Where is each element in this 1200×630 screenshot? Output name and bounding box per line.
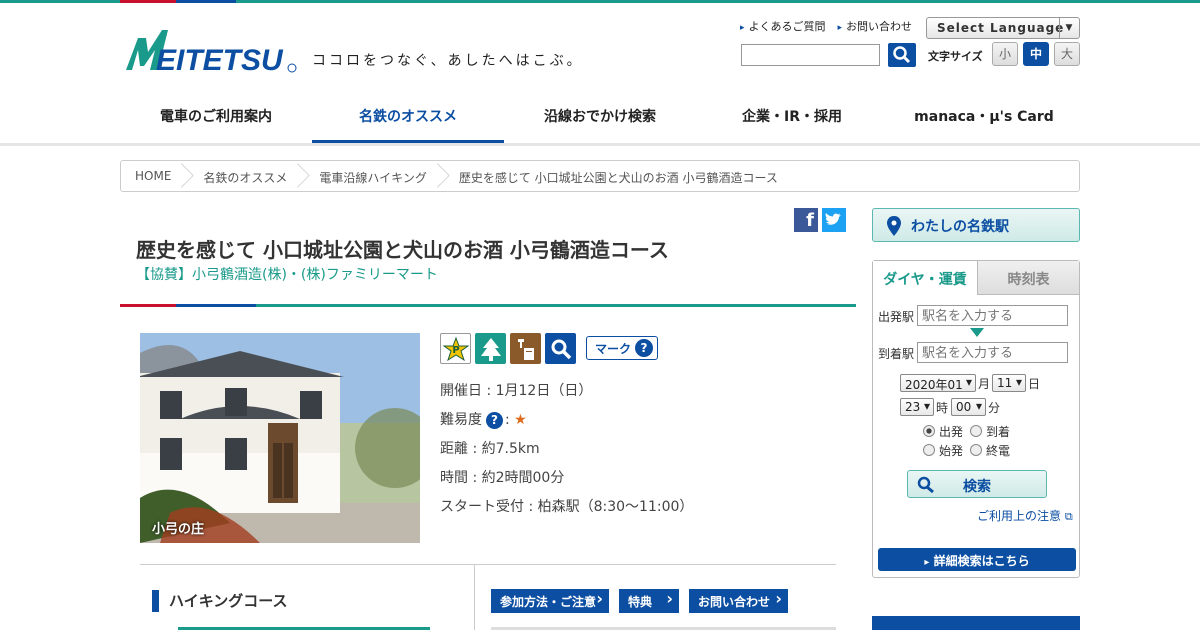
question-icon: ? — [635, 339, 653, 357]
page-title: 歴史を感じて 小口城址公園と犬山のお酒 小弓鶴酒造コース — [136, 238, 669, 262]
tab-timetable[interactable]: 時刻表 — [977, 261, 1079, 295]
search-icon — [917, 476, 934, 494]
top-links: よくあるご質問 お問い合わせ — [740, 18, 913, 34]
hiking-course-heading: ハイキングコース — [152, 590, 288, 612]
breadcrumb-home[interactable]: HOME — [121, 161, 185, 191]
inquiry-button[interactable]: お問い合わせ — [689, 589, 788, 613]
tab-fare[interactable]: ダイヤ・運賃 — [873, 261, 977, 295]
map-pin-icon — [887, 216, 901, 236]
arrow-down-icon — [970, 328, 984, 337]
year-month-select[interactable]: 2020年01 — [900, 374, 976, 392]
nav-train-guide[interactable]: 電車のご利用案内 — [120, 94, 312, 144]
parking-mark-icon: P — [440, 333, 471, 364]
global-nav: 電車のご利用案内 名鉄のオススメ 沿線おでかけ検索 企業・IR・採用 manac… — [120, 94, 1080, 144]
usage-notes-label: ご利用上の注意 — [977, 509, 1062, 523]
radio-departure[interactable]: 出発 — [923, 423, 963, 440]
to-station-label: 到着駅 — [878, 347, 915, 361]
search-icon — [893, 46, 911, 64]
how-to-join-button[interactable]: 参加方法・ご注意 — [491, 589, 609, 613]
detailed-search-button[interactable]: ▸ 詳細検索はこちら — [878, 548, 1076, 571]
nav-corporate[interactable]: 企業・IR・採用 — [696, 94, 888, 144]
course-info: 開催日 : 1月12日（日） 難易度?: ★ 距離 : 約7.5km 時間 : … — [440, 380, 693, 525]
question-icon[interactable]: ? — [486, 412, 503, 429]
my-station-button[interactable]: わたしの名鉄駅 — [872, 208, 1080, 242]
my-station-label: わたしの名鉄駅 — [911, 219, 1009, 235]
contact-link[interactable]: お問い合わせ — [838, 18, 912, 34]
svg-text:EITETSU: EITETSU — [156, 44, 284, 74]
site-search-button[interactable] — [888, 43, 916, 67]
font-size-large-button[interactable]: 大 — [1054, 42, 1080, 66]
column-divider — [474, 564, 475, 630]
difficulty-stars: ★ — [514, 412, 527, 428]
from-station-input[interactable] — [917, 305, 1068, 326]
difficulty: 難易度?: ★ — [440, 412, 527, 429]
radio-last-train[interactable]: 終電 — [970, 442, 1010, 459]
tree-mark-icon — [475, 333, 506, 364]
font-size-medium-button[interactable]: 中 — [1023, 42, 1049, 66]
course-photo: 小弓の庄 — [140, 333, 420, 543]
tagline: ココロをつなぐ、あしたへはこぶ。 — [312, 53, 584, 69]
day-unit: 日 — [1028, 377, 1041, 391]
site-search-input[interactable] — [741, 44, 880, 66]
external-link-icon: ⧉ — [1064, 510, 1073, 523]
day-select[interactable]: 11 — [992, 374, 1026, 392]
search-mark-icon — [545, 333, 576, 364]
chevron-down-icon: ▼ — [1059, 18, 1079, 38]
breadcrumb-current: 歴史を感じて 小口城址公園と犬山のお酒 小弓鶴酒造コース — [458, 171, 778, 185]
nav-outing-search[interactable]: 沿線おでかけ検索 — [504, 94, 696, 144]
nav-recommend[interactable]: 名鉄のオススメ — [312, 94, 504, 144]
difficulty-label: 難易度 — [440, 412, 482, 428]
duration: 時間 : 約2時間00分 — [440, 470, 565, 486]
start-reception: スタート受付 : 柏森駅（8:30～11:00） — [440, 499, 694, 515]
meitetsu-logo[interactable]: EITETSU — [124, 26, 300, 74]
photo-caption: 小弓の庄 — [152, 522, 205, 537]
distance: 距離 : 約7.5km — [440, 441, 540, 457]
twitter-icon[interactable] — [822, 208, 846, 232]
hour-select[interactable]: 23 — [900, 398, 934, 416]
top-color-bar — [0, 0, 1200, 3]
nav-divider — [0, 143, 1200, 146]
radio-first-train[interactable]: 始発 — [923, 442, 963, 459]
breadcrumb-hiking[interactable]: 電車沿線ハイキング — [301, 161, 440, 191]
event-date: 開催日 : 1月12日（日） — [440, 383, 593, 399]
route-search-button[interactable]: 検索 — [907, 470, 1047, 498]
course-marks: P マーク ? — [440, 333, 658, 364]
route-search-label: 検索 — [963, 479, 991, 495]
font-size-label: 文字サイズ — [928, 50, 983, 63]
facebook-icon[interactable]: f — [794, 208, 818, 232]
sponsor-text: 【協賛】小弓鶴酒造(株)・(株)ファミリーマート — [136, 267, 438, 283]
detailed-search-label: 詳細検索はこちら — [933, 554, 1030, 568]
minute-select[interactable]: 00 — [951, 398, 986, 416]
font-size-small-button[interactable]: 小 — [992, 42, 1018, 66]
month-unit: 月 — [978, 377, 991, 391]
mark-help-button[interactable]: マーク ? — [586, 336, 658, 360]
usage-notes-link[interactable]: ご利用上の注意 ⧉ — [977, 507, 1073, 524]
from-station-label: 出発駅 — [878, 310, 915, 324]
title-underline — [120, 304, 856, 307]
route-search-panel: ダイヤ・運賃 時刻表 出発駅 到着駅 2020年01 月 11 日 23 時 0… — [872, 260, 1080, 578]
to-station-input[interactable] — [917, 342, 1068, 363]
language-select[interactable]: Select Language ▼ — [926, 17, 1080, 39]
faq-link[interactable]: よくあるご質問 — [740, 18, 826, 34]
radio-arrival[interactable]: 到着 — [970, 423, 1010, 440]
svg-text:P: P — [452, 345, 459, 356]
mark-help-label: マーク — [595, 342, 632, 356]
breadcrumb-recommend[interactable]: 名鉄のオススメ — [185, 161, 301, 191]
section-divider — [140, 564, 836, 565]
hour-unit: 時 — [936, 401, 949, 415]
language-select-label: Select Language — [937, 21, 1065, 35]
sidebar-banner[interactable] — [872, 616, 1080, 630]
nav-manaca[interactable]: manaca・μ's Card — [888, 94, 1080, 144]
sake-mark-icon — [510, 333, 541, 364]
benefits-button[interactable]: 特典 — [619, 589, 679, 613]
breadcrumb: HOME 名鉄のオススメ 電車沿線ハイキング 歴史を感じて 小口城址公園と犬山の… — [120, 160, 1080, 192]
chevron-right-icon: ▸ — [924, 557, 930, 568]
minute-unit: 分 — [988, 401, 1001, 415]
